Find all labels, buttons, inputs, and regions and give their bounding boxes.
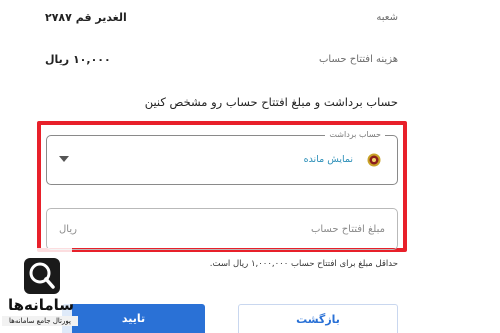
branch-value: الغدیر قم ۲۷۸۷ <box>45 11 127 24</box>
fee-value: ۱۰,۰۰۰ ریال <box>45 53 111 66</box>
watermark-name: سامانه‌ها <box>7 296 75 314</box>
amount-unit: ریال <box>59 224 77 235</box>
branch-label: شعبه <box>376 12 398 23</box>
minimum-amount-hint: حداقل مبلغ برای افتتاح حساب ۱,۰۰۰,۰۰۰ ری… <box>209 259 398 269</box>
chevron-down-icon[interactable] <box>59 156 69 162</box>
opening-amount-input[interactable]: مبلغ افتتاح حساب ریال <box>46 208 398 250</box>
bank-logo-icon <box>367 153 381 167</box>
withdrawal-account-legend: حساب برداشت <box>325 129 385 141</box>
back-button[interactable]: بازگشت <box>238 304 398 333</box>
withdrawal-account-select[interactable]: حساب برداشت نمایش مانده <box>46 129 398 185</box>
watermark-logo: سامانه‌ها پورتال جامع سامانه‌ها <box>0 248 78 333</box>
selected-account-value: نمایش مانده <box>303 154 353 165</box>
amount-placeholder: مبلغ افتتاح حساب <box>310 224 385 235</box>
watermark-tagline: پورتال جامع سامانه‌ها <box>2 316 78 326</box>
confirm-button[interactable]: تایید <box>62 304 205 333</box>
magnifier-icon <box>24 258 60 294</box>
fee-label: هزینه افتتاح حساب <box>319 54 398 65</box>
section-title: حساب برداشت و مبلغ افتتاح حساب رو مشخص ک… <box>144 95 398 109</box>
